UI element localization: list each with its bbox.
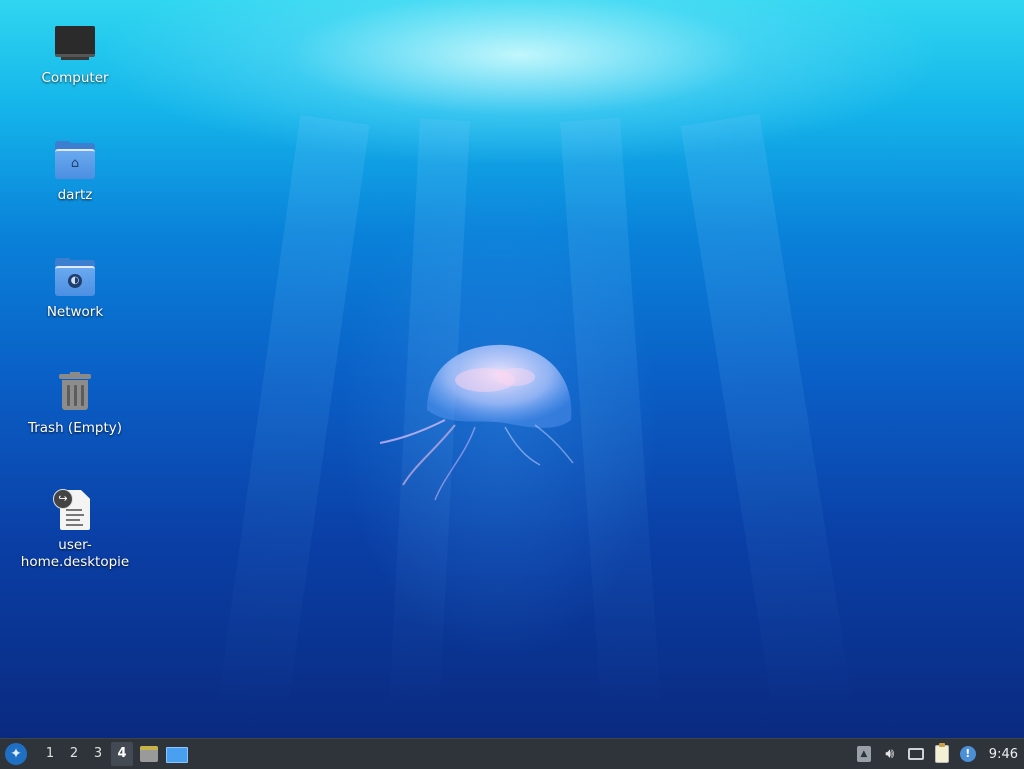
desktop-icon-network[interactable]: ◐ Network (15, 256, 135, 321)
notification-button[interactable]: ! (957, 743, 979, 765)
workspace-2-button[interactable]: 2 (63, 742, 85, 766)
clipboard-button[interactable] (931, 743, 953, 765)
desktop-icon-label: Network (46, 304, 104, 320)
workspace-1-button[interactable]: 1 (39, 742, 61, 766)
show-desktop-button[interactable] (165, 743, 188, 765)
trash-icon (53, 372, 97, 416)
desktop-icon-label: dartz (57, 187, 93, 203)
desktop-wallpaper: Computer ⌂ dartz ◐ Network Trash (Empty) (0, 0, 1024, 738)
clock[interactable]: 9:46 (989, 747, 1018, 762)
desktop-icon-computer[interactable]: Computer (15, 22, 135, 87)
network-folder-icon: ◐ (53, 256, 97, 300)
eject-icon: ▲ (856, 746, 871, 762)
start-menu-button[interactable]: ✦ (5, 743, 27, 765)
workspace-3-button[interactable]: 3 (87, 742, 109, 766)
file-manager-icon (140, 746, 158, 762)
system-tray: ▲ 🔊︎ ! 9:46 (849, 743, 1024, 765)
volume-button[interactable]: 🔊︎ (879, 743, 901, 765)
desktop-icon-launcher-file[interactable]: ↪ user- home.desktopie (15, 489, 135, 571)
desktop-icon-home-folder[interactable]: ⌂ dartz (15, 139, 135, 204)
home-folder-icon: ⌂ (53, 139, 97, 183)
network-button[interactable] (905, 743, 927, 765)
computer-icon (53, 22, 97, 66)
clipboard-icon (934, 743, 949, 763)
eject-button[interactable]: ▲ (853, 743, 875, 765)
desktop-icon-label: user- home.desktopie (20, 537, 130, 570)
taskbar: ✦ 1 2 3 4 ▲ 🔊︎ ! 9:46 (0, 738, 1024, 769)
workspace-4-button[interactable]: 4 (111, 742, 133, 766)
volume-icon: 🔊︎ (885, 746, 895, 762)
desktop-icon-label: Trash (Empty) (27, 420, 123, 436)
desktop-icon-label: Computer (41, 70, 109, 86)
jellyfish-illustration (379, 344, 574, 501)
file-manager-launcher[interactable] (138, 743, 160, 765)
symlink-arrow-icon: ↪ (53, 489, 73, 509)
desktop-icon-trash[interactable]: Trash (Empty) (15, 372, 135, 437)
light-ray (680, 113, 854, 719)
show-desktop-icon (166, 747, 188, 763)
lubuntu-menu-icon: ✦ (10, 746, 22, 762)
notification-icon: ! (959, 746, 976, 762)
network-icon (907, 748, 924, 760)
desktop-file-icon: ↪ (53, 489, 97, 533)
light-ray (216, 115, 370, 720)
